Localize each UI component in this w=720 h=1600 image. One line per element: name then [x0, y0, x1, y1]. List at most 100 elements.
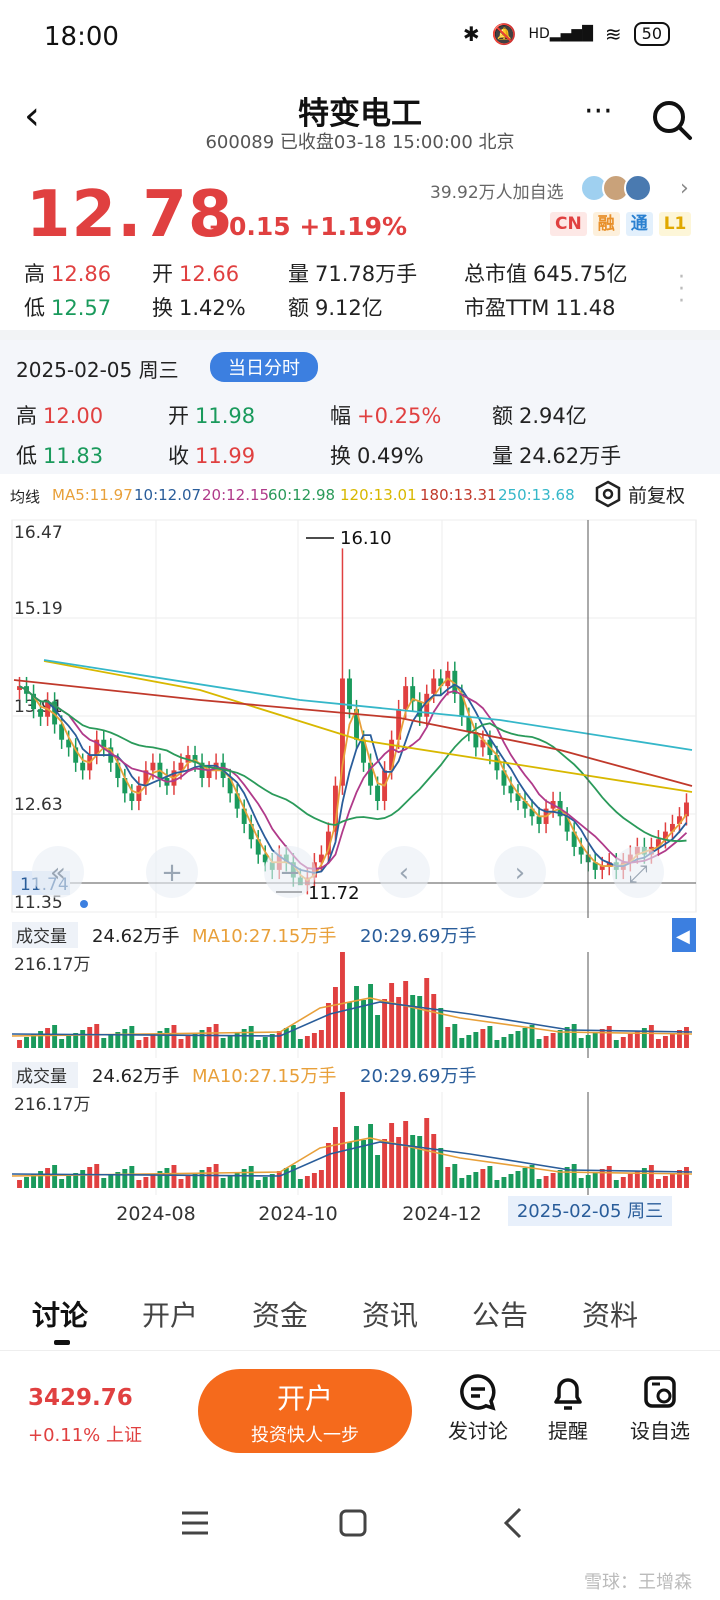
- avatar: [624, 174, 652, 202]
- volume-bar: [473, 1032, 479, 1048]
- volume-bar: [283, 1168, 289, 1188]
- add-watchlist-button[interactable]: 设自选: [620, 1369, 700, 1444]
- ma-item: 250:13.68: [498, 486, 575, 504]
- stat-value: 645.75亿: [533, 262, 628, 286]
- candle-body: [403, 686, 409, 710]
- intraday-button[interactable]: 当日分时: [210, 352, 318, 382]
- volume-bar: [220, 1038, 226, 1048]
- volume-bar: [684, 1027, 689, 1048]
- volume-bar: [445, 1167, 451, 1188]
- volume-bar: [122, 1169, 128, 1188]
- bell-icon: [528, 1369, 608, 1415]
- tab-item[interactable]: 讨论: [32, 1294, 88, 1334]
- max-price-label: 16.10: [340, 528, 392, 549]
- followers-count[interactable]: 39.92万人加自选: [430, 178, 564, 203]
- candle-body: [80, 762, 86, 771]
- volume-bar: [543, 1176, 549, 1188]
- stat-value: 11.98: [195, 404, 256, 428]
- stat-value: 9.12亿: [315, 296, 383, 320]
- volume-bar: [662, 1176, 668, 1188]
- ma-item: 120:13.01: [340, 486, 417, 504]
- adjust-selector[interactable]: 前复权: [594, 480, 685, 508]
- tag-cn[interactable]: CN: [550, 212, 587, 236]
- chat-icon: [438, 1369, 518, 1415]
- collapse-icon: ◀: [676, 926, 690, 947]
- volume-bar: [340, 1092, 345, 1188]
- volume-bar: [543, 1036, 549, 1048]
- stat-value: 12.86: [51, 262, 112, 286]
- stat-label: 总市值: [464, 262, 527, 286]
- mute-icon: 🔕: [491, 22, 517, 46]
- back-nav-icon[interactable]: [498, 1506, 528, 1540]
- tab-item[interactable]: 资金: [252, 1294, 308, 1334]
- tab-item[interactable]: 公告: [472, 1294, 528, 1334]
- tab-item[interactable]: 资料: [582, 1294, 638, 1334]
- volume-bar: [52, 1025, 58, 1048]
- volume-bar: [283, 1028, 289, 1048]
- chart-nav-glyph: ›: [515, 858, 525, 888]
- volume-bar: [220, 1178, 226, 1188]
- volume-bar: [578, 1038, 584, 1048]
- volume-bar: [87, 1167, 93, 1188]
- volume-bar: [627, 1034, 633, 1048]
- volume-bar: [332, 1127, 338, 1188]
- tab-item[interactable]: 开户: [142, 1294, 198, 1334]
- current-price: 12.78: [26, 178, 234, 252]
- price-change: +0.15 +1.19%: [208, 212, 408, 241]
- volume-bar: [45, 1028, 51, 1048]
- volume-bar: [382, 999, 388, 1048]
- quote-stat: 开 12.66: [152, 258, 239, 288]
- volume-bar: [368, 984, 374, 1048]
- search-icon[interactable]: [650, 98, 694, 146]
- follower-avatars[interactable]: [580, 174, 652, 202]
- volume-bar: [410, 1135, 416, 1188]
- home-icon[interactable]: [338, 1508, 368, 1538]
- stat-label: 市盈TTM: [464, 296, 550, 320]
- watchlist-icon: [620, 1369, 700, 1415]
- volume-bar: [508, 1034, 514, 1048]
- ma-label: 均线: [10, 488, 41, 506]
- volume-bar: [297, 1179, 303, 1188]
- tag-connect[interactable]: 通: [625, 212, 653, 236]
- volume-bar: [66, 1036, 72, 1048]
- menu-icon[interactable]: [180, 1508, 210, 1538]
- volume-bar: [494, 1040, 500, 1048]
- x-tick-label: 2024-08: [116, 1203, 195, 1225]
- open-account-button[interactable]: 开户 投资快人一步: [198, 1369, 412, 1453]
- volume-bar: [389, 983, 395, 1048]
- stat-label: 收: [168, 444, 189, 468]
- chevron-right-icon[interactable]: ›: [680, 176, 689, 201]
- volume-stat: 20:29.69万手: [360, 926, 477, 947]
- tag-l1[interactable]: L1: [658, 212, 692, 236]
- volume-bar: [340, 952, 345, 1048]
- volume-bar: [262, 1177, 268, 1188]
- more-icon[interactable]: ···: [584, 94, 613, 129]
- quote-stat: 低 12.57: [24, 292, 111, 322]
- adjust-label: 前复权: [628, 484, 686, 507]
- tag-margin[interactable]: 融: [592, 212, 620, 236]
- tab-item[interactable]: 资讯: [362, 1294, 418, 1334]
- chart-nav-glyph: −: [279, 858, 301, 888]
- volume-bar: [234, 1172, 240, 1188]
- vertical-dots-icon[interactable]: · · ·: [678, 267, 685, 313]
- volume-bar: [52, 1165, 58, 1188]
- expand-icon: ⤢: [628, 860, 647, 888]
- volume-bar: [94, 1164, 100, 1188]
- alert-button[interactable]: 提醒: [528, 1369, 608, 1444]
- volume-ma-line: [11, 1141, 693, 1177]
- volume-bar: [515, 1171, 521, 1188]
- min-price-label: 11.72: [308, 883, 360, 904]
- index-value[interactable]: 3429.76: [28, 1385, 133, 1411]
- app-header: ‹ 特变电工 600089 已收盘03-18 15:00:00 北京 ···: [0, 80, 720, 160]
- volume-stat: 20:29.69万手: [360, 1066, 477, 1087]
- stat-value: 12.66: [179, 262, 240, 286]
- post-discussion-button[interactable]: 发讨论: [438, 1369, 518, 1444]
- kline-chart[interactable]: 16.4715.1913.9112.6311.3516.1011.7211.74…: [0, 514, 720, 1234]
- stat-label: 低: [24, 296, 45, 320]
- stat-value: 1.42%: [179, 296, 246, 320]
- day-stat: 开 11.98: [168, 400, 255, 430]
- chart-nav-glyph: «: [50, 858, 66, 888]
- volume-bar: [417, 996, 423, 1048]
- ma-item: MA5:11.97: [52, 486, 133, 504]
- volume-bar: [620, 1177, 626, 1188]
